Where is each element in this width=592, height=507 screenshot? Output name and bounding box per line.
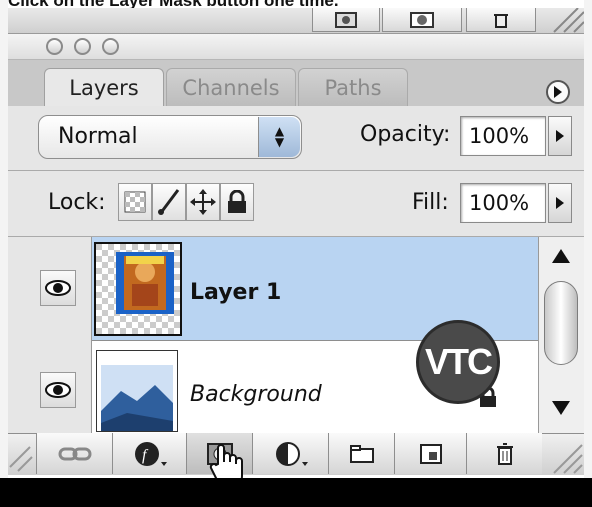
watermark-text: VTC (425, 341, 493, 382)
opacity-field[interactable]: 100% (460, 116, 546, 156)
chevron-up-icon (552, 249, 570, 263)
scroll-down-arrow[interactable] (552, 400, 570, 419)
upper-trash-button[interactable] (466, 8, 536, 32)
eye-icon (45, 280, 71, 296)
scroll-up-arrow[interactable] (552, 248, 570, 267)
eye-icon (45, 382, 71, 398)
background-layer-name[interactable]: Background (190, 382, 322, 407)
layer-1-visibility-toggle[interactable] (40, 270, 76, 306)
upper-channel-button[interactable] (382, 8, 462, 32)
upper-mask-button[interactable] (312, 8, 380, 32)
adjustment-layer-icon (275, 441, 308, 466)
folder-icon (349, 444, 374, 463)
chevron-down-icon (552, 401, 570, 415)
right-edge (584, 0, 592, 478)
delete-layer-button[interactable] (466, 433, 542, 474)
tab-layers-label: Layers (69, 75, 139, 100)
vtc-watermark: VTC (416, 320, 500, 404)
fill-label: Fill: (412, 190, 449, 215)
scroll-thumb[interactable] (544, 281, 578, 365)
layer-1-thumbnail[interactable] (94, 242, 182, 336)
footer-left-grip (8, 433, 34, 475)
lock-move-icon (190, 189, 216, 215)
background-thumbnail-image (97, 351, 177, 431)
layer-style-icon: f (134, 441, 167, 466)
lock-position-button[interactable] (186, 183, 220, 221)
upper-resize-grip[interactable] (540, 7, 585, 34)
trash-icon (496, 442, 513, 465)
layer-style-button[interactable]: f (112, 433, 186, 474)
blend-mode-stepper[interactable]: ▲ ▼ (258, 117, 300, 157)
layer-thumbnail-image (96, 244, 180, 334)
lock-transparent-button[interactable] (118, 183, 152, 221)
mask-icon (335, 11, 357, 28)
triangle-right-icon (556, 197, 564, 209)
tab-channels[interactable]: Channels (166, 68, 296, 106)
opacity-label: Opacity: (360, 122, 451, 147)
fill-field[interactable]: 100% (460, 183, 546, 223)
save-selection-icon (410, 11, 434, 28)
panel-menu-button[interactable] (546, 80, 570, 104)
triangle-right-icon (556, 130, 564, 142)
opacity-value: 100% (469, 124, 530, 148)
tab-paths[interactable]: Paths (298, 68, 408, 106)
minimize-light-button[interactable] (74, 38, 91, 55)
bottom-black-bar (0, 478, 592, 507)
panel-resize-grip[interactable] (544, 433, 584, 475)
trash-icon (494, 13, 508, 28)
tab-layers[interactable]: Layers (44, 68, 164, 106)
lock-transparent-icon (124, 191, 146, 213)
lock-brush-icon (158, 189, 180, 215)
new-layer-icon (419, 443, 442, 464)
new-layer-button[interactable] (394, 433, 466, 474)
close-light-button[interactable] (46, 38, 63, 55)
layer-1-name[interactable]: Layer 1 (190, 280, 281, 305)
fill-slider-button[interactable] (548, 183, 572, 223)
lock-pixels-button[interactable] (152, 183, 186, 221)
link-layers-button[interactable] (36, 433, 112, 474)
lock-all-button[interactable] (220, 183, 254, 221)
new-group-button[interactable] (328, 433, 394, 474)
tab-paths-label: Paths (324, 75, 382, 100)
adjustment-layer-button[interactable] (252, 433, 328, 474)
tab-channels-label: Channels (182, 75, 280, 100)
panel-menu-icon (554, 86, 562, 98)
background-visibility-toggle[interactable] (40, 372, 76, 408)
chevron-down-icon: ▼ (274, 135, 285, 149)
left-edge (0, 0, 8, 478)
lock-all-icon (228, 190, 246, 213)
background-thumbnail[interactable] (96, 350, 178, 432)
divider (8, 170, 584, 171)
zoom-light-button[interactable] (102, 38, 119, 55)
blend-mode-value: Normal (58, 124, 138, 149)
opacity-slider-button[interactable] (548, 116, 572, 156)
panel-titlebar (8, 34, 584, 60)
fill-value: 100% (469, 191, 530, 215)
link-icon (58, 447, 91, 460)
lock-label: Lock: (48, 190, 106, 215)
